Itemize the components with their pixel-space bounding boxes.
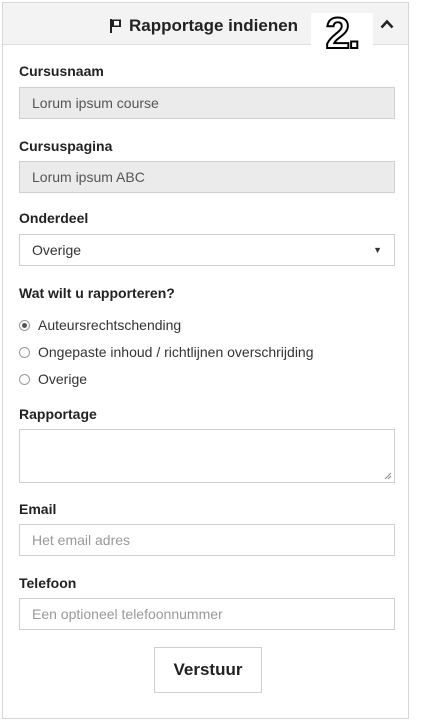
collapse-button[interactable] [376, 13, 398, 35]
email-field[interactable]: Het email adres [19, 524, 395, 556]
report-label: Rapportage [19, 406, 97, 422]
section-select[interactable]: Overige ▼ [19, 234, 395, 266]
phone-label: Telefoon [19, 575, 77, 591]
course-page-value: Lorum ipsum ABC [32, 169, 145, 185]
course-page-field: Lorum ipsum ABC [19, 161, 395, 193]
course-name-value: Lorum ipsum course [32, 95, 159, 111]
caret-down-icon: ▼ [373, 245, 382, 255]
radio-button[interactable] [19, 319, 30, 331]
radio-label: Overige [38, 371, 88, 387]
radio-option-inappropriate[interactable]: Ongepaste inhoud / richtlijnen overschri… [19, 344, 314, 360]
section-selected-value: Overige [32, 242, 82, 258]
panel-title: Rapportage indienen [109, 16, 298, 36]
radio-option-other[interactable]: Overige [19, 371, 87, 387]
radio-button[interactable] [19, 346, 30, 358]
submit-button[interactable]: Verstuur [154, 647, 262, 693]
radio-label: Auteursrechtschending [38, 317, 182, 333]
report-panel: Rapportage indienen 2. Cursusnaam Lorum … [2, 2, 409, 719]
section-label: Onderdeel [19, 210, 89, 226]
course-page-label: Cursuspagina [19, 138, 113, 154]
phone-placeholder: Een optioneel telefoonnummer [32, 606, 223, 622]
report-type-label: Wat wilt u rapporteren? [19, 285, 175, 301]
panel-title-text: Rapportage indienen [129, 16, 299, 35]
phone-field[interactable]: Een optioneel telefoonnummer [19, 598, 395, 630]
step-badge: 2. [311, 8, 373, 73]
chevron-up-icon [380, 19, 394, 29]
resize-grip-icon[interactable] [384, 472, 392, 480]
email-label: Email [19, 501, 57, 517]
email-placeholder: Het email adres [32, 532, 131, 548]
step-badge-text: 2. [325, 8, 362, 59]
radio-option-copyright[interactable]: Auteursrechtschending [19, 317, 181, 333]
radio-label: Ongepaste inhoud / richtlijnen overschri… [38, 344, 314, 360]
course-name-field: Lorum ipsum course [19, 87, 395, 119]
flag-icon [110, 19, 121, 33]
report-textarea[interactable] [19, 429, 395, 483]
course-name-label: Cursusnaam [19, 63, 104, 79]
radio-button[interactable] [19, 373, 30, 385]
